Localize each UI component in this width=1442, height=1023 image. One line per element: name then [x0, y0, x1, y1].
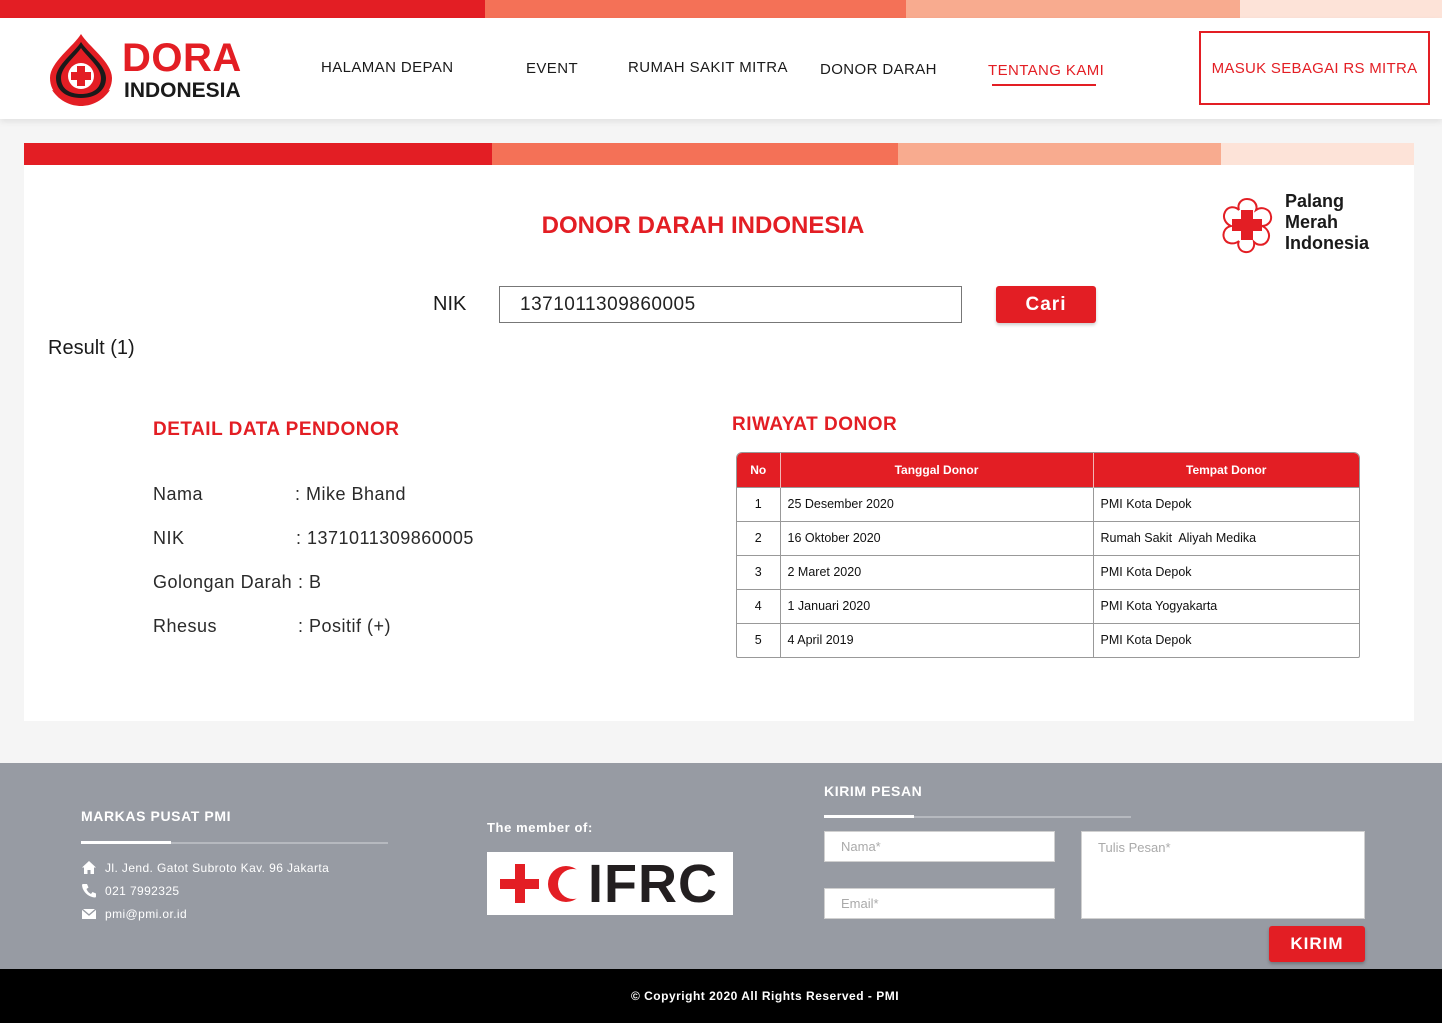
donation-history-table: No Tanggal Donor Tempat Donor 1 25 Desem…	[736, 452, 1360, 658]
detail-row-nik: NIK : 1371011309860005	[153, 528, 473, 549]
pmi-logo-text: Palang Merah Indonesia	[1285, 191, 1369, 254]
pmi-logo: Palang Merah Indonesia	[1216, 191, 1376, 255]
detail-value: : B	[298, 572, 322, 592]
cell-no: 5	[737, 622, 781, 657]
table-row: 5 4 April 2019 PMI Kota Depok	[737, 622, 1359, 657]
mail-icon	[81, 908, 97, 919]
brand-name: DORA	[122, 36, 242, 80]
copyright-text: © Copyright 2020 All Rights Reserved - P…	[630, 989, 900, 1003]
message-title-accent	[824, 815, 914, 818]
pmi-logo-line: Merah	[1285, 212, 1339, 232]
detail-row-nama: Nama : Mike Bhand	[153, 484, 406, 505]
footer-phone: 021 7992325	[81, 883, 179, 898]
card-color-stripe	[24, 143, 1414, 165]
nav-halaman-depan[interactable]: HALAMAN DEPAN	[321, 59, 453, 76]
send-message-button[interactable]: KIRIM	[1269, 926, 1365, 962]
cell-no: 3	[737, 554, 781, 589]
cell-place: PMI Kota Depok	[1093, 622, 1359, 657]
cell-date: 4 April 2019	[780, 622, 1094, 657]
column-header-tanggal: Tanggal Donor	[780, 453, 1094, 487]
cell-place: Rumah Sakit Aliyah Medika	[1093, 520, 1359, 555]
pmi-logo-line: Indonesia	[1285, 233, 1370, 253]
detail-value: : Mike Bhand	[295, 484, 407, 504]
table-header-row: No Tanggal Donor Tempat Donor	[737, 453, 1359, 487]
phone-text: 021 7992325	[105, 883, 180, 898]
member-label: The member of:	[487, 820, 593, 835]
footer-address: Jl. Jend. Gatot Subroto Kav. 96 Jakarta	[81, 860, 329, 875]
login-rs-mitra-button[interactable]: MASUK SEBAGAI RS MITRA	[1199, 31, 1430, 105]
nav-donor-darah[interactable]: DONOR DARAH	[820, 61, 937, 78]
main-card: DONOR DARAH INDONESIA Palang Merah Indon…	[24, 165, 1414, 721]
cell-date: 25 Desember 2020	[780, 486, 1094, 521]
brand-subtitle: INDONESIA	[124, 79, 241, 102]
contact-message-textarea[interactable]	[1081, 831, 1365, 919]
red-cross-flower-icon	[1222, 197, 1273, 254]
hq-title-accent	[81, 841, 171, 844]
pmi-logo-line: Palang	[1285, 191, 1345, 211]
history-section-title: RIWAYAT DONOR	[732, 414, 898, 435]
site-header: DORA INDONESIA HALAMAN DEPAN EVENT RUMAH…	[0, 18, 1442, 119]
search-button[interactable]: Cari	[996, 286, 1096, 323]
table-row: 1 25 Desember 2020 PMI Kota Depok	[737, 486, 1359, 521]
nik-search-input[interactable]	[499, 286, 962, 323]
home-icon	[82, 861, 96, 874]
cell-place: PMI Kota Yogyakarta	[1093, 588, 1359, 623]
address-text: Jl. Jend. Gatot Subroto Kav. 96 Jakarta	[105, 860, 330, 875]
nav-active-underline	[992, 84, 1096, 86]
cell-place: PMI Kota Depok	[1093, 486, 1359, 521]
cell-date: 2 Maret 2020	[780, 554, 1094, 589]
message-title: KIRIM PESAN	[824, 783, 923, 799]
nav-event[interactable]: EVENT	[526, 60, 578, 77]
result-count: Result (1)	[48, 337, 135, 359]
cell-date: 16 Oktober 2020	[780, 520, 1094, 555]
nik-search-label: NIK	[433, 293, 467, 315]
detail-value: : 1371011309860005	[296, 528, 474, 548]
ifrc-logo[interactable]: IFRC	[487, 852, 733, 915]
cell-date: 1 Januari 2020	[780, 588, 1094, 623]
cell-no: 1	[737, 486, 781, 521]
detail-label: NIK	[153, 528, 185, 548]
nav-tentang-kami[interactable]: TENTANG KAMI	[988, 62, 1104, 79]
page-title: DONOR DARAH INDONESIA	[541, 212, 865, 239]
table-row: 2 16 Oktober 2020 Rumah Sakit Aliyah Med…	[737, 520, 1359, 555]
detail-row-rhesus: Rhesus : Positif (+)	[153, 616, 391, 637]
copyright-bar: © Copyright 2020 All Rights Reserved - P…	[0, 969, 1442, 1023]
top-color-stripe	[0, 0, 1442, 18]
site-footer: MARKAS PUSAT PMI Jl. Jend. Gatot Subroto…	[0, 763, 1442, 969]
footer-email[interactable]: pmi@pmi.or.id	[81, 906, 187, 921]
detail-value: : Positif (+)	[298, 616, 392, 636]
detail-label: Rhesus	[153, 616, 218, 636]
dora-logo[interactable]: DORA INDONESIA	[46, 32, 256, 108]
detail-row-golongan-darah: Golongan Darah : B	[153, 572, 321, 593]
phone-icon	[82, 884, 96, 898]
email-text[interactable]: pmi@pmi.or.id	[105, 907, 187, 921]
contact-email-input[interactable]	[824, 888, 1055, 919]
detail-label: Golongan Darah	[153, 572, 293, 592]
nav-rumah-sakit-mitra[interactable]: RUMAH SAKIT MITRA	[628, 59, 788, 76]
detail-section-title: DETAIL DATA PENDONOR	[153, 419, 400, 440]
table-row: 3 2 Maret 2020 PMI Kota Depok	[737, 554, 1359, 589]
column-header-no: No	[737, 453, 781, 487]
contact-name-input[interactable]	[824, 831, 1055, 862]
blood-drop-logo-icon	[50, 34, 112, 106]
column-header-tempat: Tempat Donor	[1093, 453, 1359, 487]
detail-label: Nama	[153, 484, 204, 504]
cell-no: 2	[737, 520, 781, 555]
cell-place: PMI Kota Depok	[1093, 554, 1359, 589]
cell-no: 4	[737, 588, 781, 623]
table-row: 4 1 Januari 2020 PMI Kota Yogyakarta	[737, 588, 1359, 623]
hq-title: MARKAS PUSAT PMI	[81, 808, 232, 824]
ifrc-text: IFRC	[588, 854, 718, 914]
